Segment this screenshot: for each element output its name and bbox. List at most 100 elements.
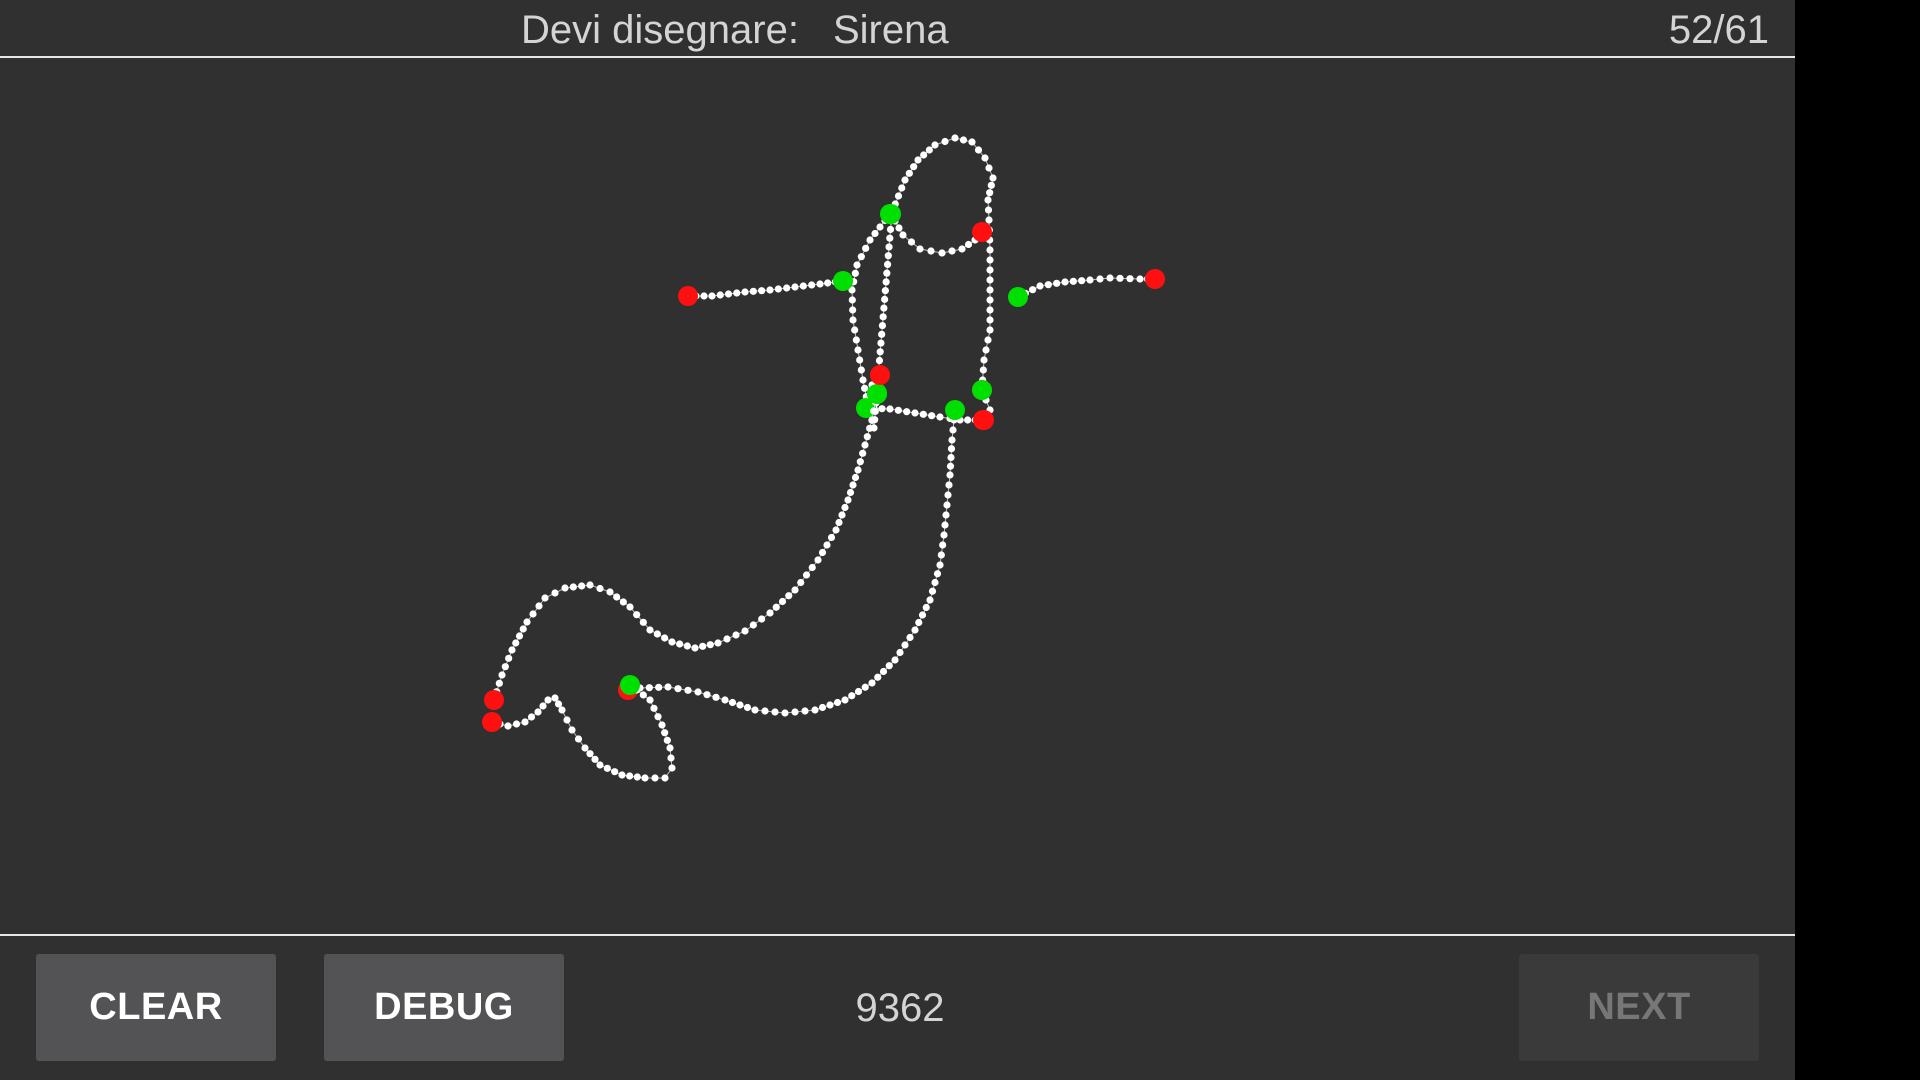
stroke-end-marker [678, 286, 698, 306]
stroke-point [596, 761, 604, 769]
stroke-point [984, 206, 993, 214]
stroke-point [868, 679, 876, 687]
stroke-point [863, 433, 871, 441]
stroke-point [848, 692, 856, 700]
stroke-point [857, 253, 865, 261]
stroke-point [986, 189, 994, 197]
stroke-point [949, 426, 957, 434]
stroke-point [512, 639, 520, 647]
stroke-point [498, 671, 506, 679]
stroke-point [512, 720, 521, 728]
stroke-point [882, 278, 890, 286]
stroke-point [879, 667, 888, 676]
stroke-point [985, 216, 993, 224]
drawn-stroke [482, 675, 676, 782]
stroke-point [1069, 277, 1077, 285]
stroke-point [986, 256, 994, 264]
stroke-point [851, 473, 860, 482]
stroke-point [728, 698, 737, 707]
drawing-surface[interactable] [0, 58, 1795, 934]
drawn-stroke [881, 204, 992, 257]
stroke-point [1096, 275, 1104, 283]
clear-button[interactable]: CLEAR [36, 954, 276, 1061]
stroke-point [851, 269, 859, 277]
stroke-point [645, 684, 653, 692]
stroke-point [733, 289, 741, 297]
stroke-point [758, 615, 766, 623]
stroke-point [936, 561, 944, 569]
stroke-point [931, 141, 939, 149]
stroke-point [894, 192, 903, 200]
next-button[interactable]: NEXT [1519, 954, 1759, 1061]
stroke-point [1044, 281, 1052, 289]
stroke-point [870, 407, 878, 415]
stroke-point [554, 700, 563, 708]
stroke-point [986, 296, 994, 304]
stroke-point [785, 592, 793, 600]
stroke-point [911, 409, 919, 417]
stroke-point [714, 639, 722, 647]
stroke-point [946, 471, 954, 479]
stroke-point [527, 713, 536, 721]
stroke-point [818, 548, 827, 557]
stroke-point [824, 279, 832, 287]
stroke-point [947, 453, 955, 462]
stroke-point [611, 768, 619, 776]
stroke-end-marker [974, 410, 994, 430]
stroke-point [947, 445, 956, 453]
stroke-point [964, 416, 972, 424]
progress-counter: 52/61 [1668, 8, 1769, 52]
stroke-point [877, 339, 885, 347]
stroke-point [936, 413, 944, 421]
stroke-point [986, 286, 994, 294]
prompt-label: Devi disegnare: [521, 8, 799, 52]
stroke-point [699, 642, 707, 650]
stroke-point [694, 688, 702, 696]
prompt-text: Devi disegnare: Sirena [521, 6, 949, 54]
stroke-point [901, 641, 909, 649]
stroke-point [816, 280, 824, 288]
stroke-point [651, 774, 659, 782]
stroke-point [658, 721, 666, 729]
stroke-point [521, 718, 529, 726]
stroke-point [758, 287, 766, 295]
stroke-point [861, 384, 869, 392]
drawn-stroke [484, 383, 887, 710]
stroke-point [922, 603, 930, 612]
stroke-point [982, 346, 990, 354]
stroke-point [551, 694, 559, 702]
stroke-point [964, 240, 973, 249]
stroke-point [946, 462, 955, 470]
stroke-point [849, 481, 857, 489]
stroke-point [535, 602, 543, 610]
stroke-point [907, 238, 916, 246]
stroke-point [613, 593, 621, 601]
stroke-point [981, 154, 989, 162]
stroke-point [871, 229, 879, 238]
stroke-point [661, 729, 669, 737]
stroke-point [874, 673, 882, 681]
stroke-point [844, 496, 852, 504]
stroke-point [886, 405, 894, 413]
stroke-point [881, 287, 889, 295]
stroke-point [866, 424, 874, 432]
stroke-point [1086, 276, 1094, 284]
drawn-stroke [1008, 269, 1165, 307]
debug-button[interactable]: DEBUG [324, 954, 564, 1061]
stroke-point [676, 640, 684, 648]
stroke-point [706, 641, 714, 649]
stroke-point [919, 410, 927, 418]
stroke-point [581, 744, 589, 752]
stroke-end-marker [1145, 269, 1165, 289]
stroke-point [846, 488, 855, 497]
stroke-point [915, 618, 923, 627]
stroke-point [927, 247, 935, 255]
stroke-point [650, 704, 658, 712]
stroke-point [943, 501, 951, 509]
stroke-point [903, 408, 911, 416]
stroke-point [832, 526, 840, 534]
stroke-point [899, 231, 907, 239]
stroke-point [959, 136, 968, 144]
stroke-start-marker [945, 400, 965, 420]
drawing-canvas[interactable] [0, 58, 1795, 934]
